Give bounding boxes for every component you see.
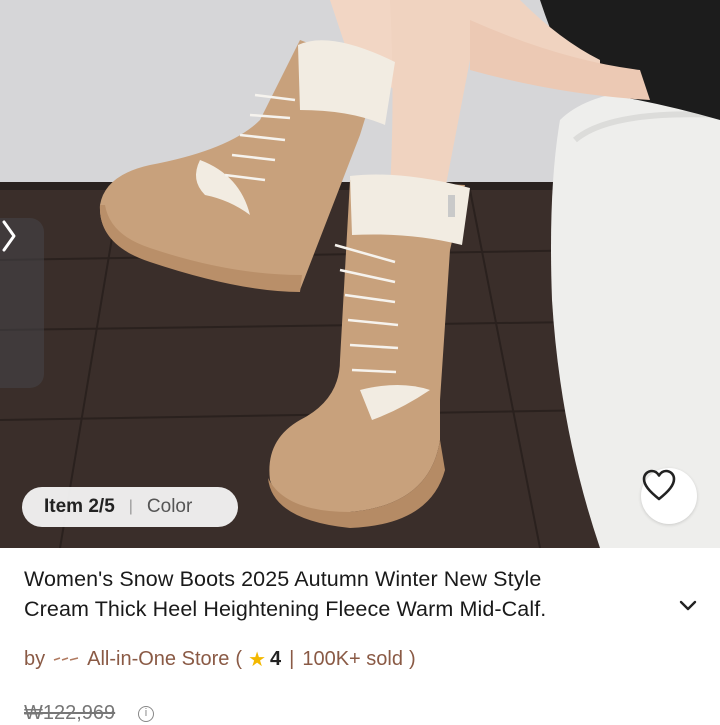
rating-separator: | [289, 647, 295, 670]
star-icon: ★ [248, 648, 267, 671]
original-price: ₩122,969 [24, 702, 116, 724]
image-counter-pill[interactable]: Item 2/5 | Color [22, 487, 238, 527]
boots-photo [0, 0, 720, 548]
store-logo-icon [53, 657, 79, 661]
next-image-button[interactable] [0, 218, 44, 388]
product-image[interactable]: Item 2/5 | Color [0, 0, 720, 548]
image-counter: Item 2/5 [44, 496, 115, 517]
expand-title-button[interactable] [676, 594, 700, 618]
close-paren: ) [408, 647, 416, 670]
store-rating: 4 [270, 647, 282, 670]
product-title-line-1: Women's Snow Boots 2025 Autumn Winter Ne… [24, 567, 542, 591]
open-paren: ( [235, 647, 243, 670]
store-info[interactable]: by All-in-One Store ( ★ 4 | 100K+ sold ) [24, 645, 416, 673]
heart-icon [642, 469, 676, 501]
by-label: by [24, 647, 46, 670]
color-label: Color [146, 496, 193, 517]
product-title-line-2: Cream Thick Heel Heightening Fleece Warm… [24, 597, 547, 621]
store-name[interactable]: All-in-One Store [87, 648, 229, 671]
sold-count: 100K+ sold [302, 647, 403, 670]
pill-separator: | [128, 498, 133, 515]
favorite-button[interactable] [641, 468, 697, 524]
product-title: Women's Snow Boots 2025 Autumn Winter Ne… [24, 564, 676, 624]
chevron-down-icon [679, 600, 697, 611]
chevron-right-icon [2, 220, 16, 252]
